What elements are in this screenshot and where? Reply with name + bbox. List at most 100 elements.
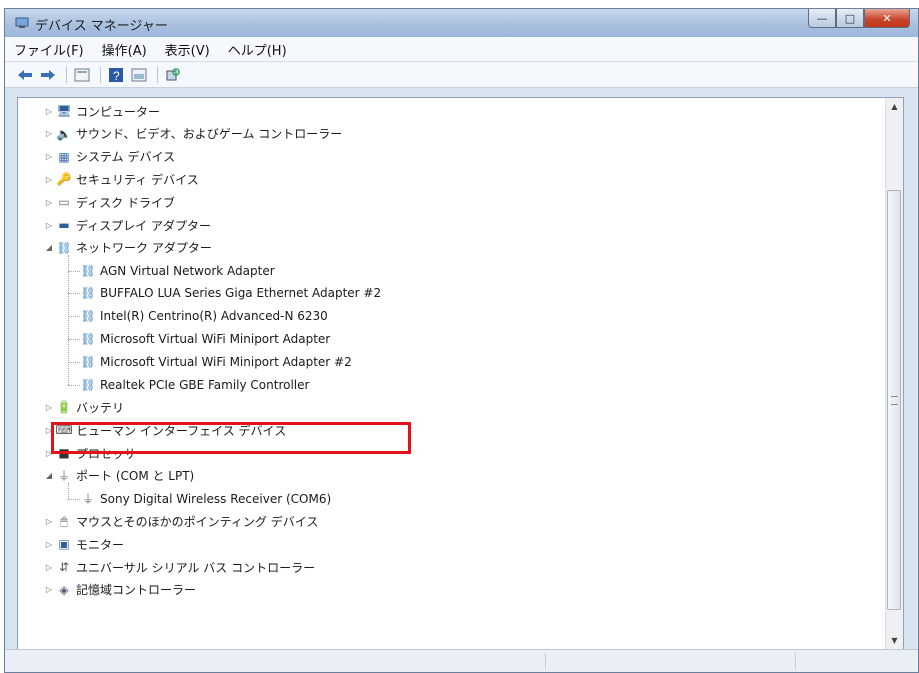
device-category[interactable]: ▷ 🖱 マウスとそのほかのポインティング デバイス [44,510,318,532]
highlight-box [51,422,411,454]
device-category[interactable]: ▷ ▣ モニター [44,533,124,555]
device-label: マウスとそのほかのポインティング デバイス [76,514,319,529]
status-divider [545,653,546,669]
device-category[interactable]: ▷ 🔈 サウンド、ビデオ、およびゲーム コントローラー [44,123,342,145]
expand-arrow-icon[interactable]: ▷ [44,152,54,161]
device-label: ユニバーサル シリアル バス コントローラー [76,560,316,575]
device-label: バッテリ [76,400,125,415]
device-category[interactable]: ▷ ▦ システム デバイス [44,146,175,168]
expand-arrow-icon[interactable]: ▷ [44,585,54,594]
expand-arrow-icon[interactable]: ▷ [44,563,54,572]
menu-view[interactable]: 表示(V) [156,40,219,59]
svg-text:?: ? [113,69,120,83]
title-bar[interactable]: デバイス マネージャー — □ ✕ [5,9,918,37]
battery-icon: 🔋 [56,400,72,415]
device-label: 記憶域コントローラー [76,583,197,598]
status-bar [5,649,918,672]
device-category[interactable]: ▷ ⇵ ユニバーサル シリアル バス コントローラー [44,556,315,578]
expand-arrow-icon[interactable]: ▷ [44,107,54,116]
toolbar: ? [5,62,918,88]
tree-connector [68,361,80,363]
device-category[interactable]: ▷ 🔋 バッテリ [44,396,124,418]
monitor-icon: ▣ [58,537,70,552]
device-category[interactable]: ▷ 🔑 セキュリティ デバイス [44,168,199,190]
usb-icon: ⇵ [58,560,70,574]
menu-help[interactable]: ヘルプ(H) [219,40,296,59]
window-controls: — □ ✕ [808,9,910,29]
device-category[interactable]: ◢ ⏚ ポート (COM と LPT) [44,465,194,487]
mouse-icon: 🖱 [60,513,68,528]
device-label: ディスク ドライブ [76,195,175,210]
device-label: BUFFALO LUA Series Giga Ethernet Adapter… [100,286,382,301]
close-button[interactable]: ✕ [864,9,910,28]
device-category[interactable]: ◢ ⛓ ネットワーク アダプター [44,237,212,259]
scrollbar-thumb[interactable] [887,190,901,610]
disk-icon: ▭ [58,195,70,210]
expand-arrow-icon[interactable]: ▷ [44,129,54,138]
network-icon: ⛓ [80,332,96,346]
device-label: Microsoft Virtual WiFi Miniport Adapter [100,332,331,346]
device-item[interactable]: ⛓ Intel(R) Centrino(R) Advanced-N 6230 [80,305,328,327]
device-label: ネットワーク アダプター [76,241,212,256]
menu-file[interactable]: ファイル(F) [5,40,93,59]
network-icon: ⛓ [80,354,96,369]
menu-action[interactable]: 操作(A) [93,40,156,59]
device-item[interactable]: ⛓ BUFFALO LUA Series Giga Ethernet Adapte… [80,282,381,304]
tree-connector [68,316,80,318]
device-label: ポート (COM と LPT) [76,469,195,484]
tree-connector [68,339,80,340]
expand-arrow-icon[interactable]: ▷ [44,517,54,526]
back-icon[interactable] [15,66,35,84]
properties-icon[interactable] [72,66,92,84]
tree-connector [68,254,69,385]
collapse-arrow-icon[interactable]: ◢ [44,243,54,252]
toolbar-separator [157,66,158,83]
minimize-button[interactable]: — [808,9,836,28]
help-icon[interactable]: ? [106,66,126,84]
tree-connector [68,270,80,272]
scroll-up-icon[interactable]: ▲ [886,98,903,115]
device-category[interactable]: ▷ ▭ ディスク ドライブ [44,191,175,213]
view-icon[interactable] [129,66,149,84]
device-category[interactable]: ▷ ▬ ディスプレイ アダプター [44,214,211,236]
device-manager-window: デバイス マネージャー — □ ✕ ファイル(F) 操作(A) 表示(V) ヘル… [4,8,919,673]
maximize-button[interactable]: □ [836,9,864,28]
expand-arrow-icon[interactable]: ▷ [44,221,54,230]
device-label: Microsoft Virtual WiFi Miniport Adapter … [100,354,352,369]
close-icon: ✕ [882,11,892,25]
vertical-scrollbar[interactable]: ▲ ▼ [885,98,903,649]
key-icon: 🔑 [56,172,72,187]
tree-connector [68,293,80,295]
minimize-icon: — [816,11,828,25]
device-item[interactable]: ⛓ AGN Virtual Network Adapter [80,260,274,282]
expand-arrow-icon[interactable]: ▷ [44,540,54,549]
network-icon: ⛓ [56,240,72,255]
device-label: サウンド、ビデオ、およびゲーム コントローラー [76,127,343,142]
expand-arrow-icon[interactable]: ▷ [44,198,54,207]
network-icon: ⛓ [80,377,96,392]
scan-hardware-icon[interactable] [163,66,183,84]
device-label: Intel(R) Centrino(R) Advanced-N 6230 [100,309,328,324]
device-label: セキュリティ デバイス [76,172,199,187]
collapse-arrow-icon[interactable]: ◢ [44,471,54,480]
device-item[interactable]: ⛓ Microsoft Virtual WiFi Miniport Adapter… [80,351,352,373]
toolbar-separator [66,66,67,83]
scroll-down-icon[interactable]: ▼ [886,632,903,649]
device-manager-icon [15,17,29,28]
toolbar-separator [100,66,101,83]
expand-arrow-icon[interactable]: ▷ [44,403,54,412]
device-tree[interactable]: ▷ 🖥 コンピューター ▷ 🔈 サウンド、ビデオ、およびゲーム コントローラー ▷ ▦ システム… [17,97,904,650]
network-icon: ⛓ [80,286,96,301]
network-icon: ⛓ [80,263,96,278]
device-category[interactable]: ▷ ◈ 記憶域コントローラー [44,579,196,601]
device-item[interactable]: ⛓ Microsoft Virtual WiFi Miniport Adapter [80,328,330,350]
forward-icon[interactable] [38,66,58,84]
window-title: デバイス マネージャー [35,19,168,34]
network-icon: ⛓ [80,309,96,324]
device-item[interactable]: ⏚ Sony Digital Wireless Receiver (COM6) [80,488,331,510]
menu-bar: ファイル(F) 操作(A) 表示(V) ヘルプ(H) [5,37,918,62]
expand-arrow-icon[interactable]: ▷ [44,175,54,184]
status-divider [795,653,796,669]
device-item[interactable]: ⛓ Realtek PCIe GBE Family Controller [80,374,309,396]
device-category[interactable]: ▷ 🖥 コンピューター [44,100,160,122]
